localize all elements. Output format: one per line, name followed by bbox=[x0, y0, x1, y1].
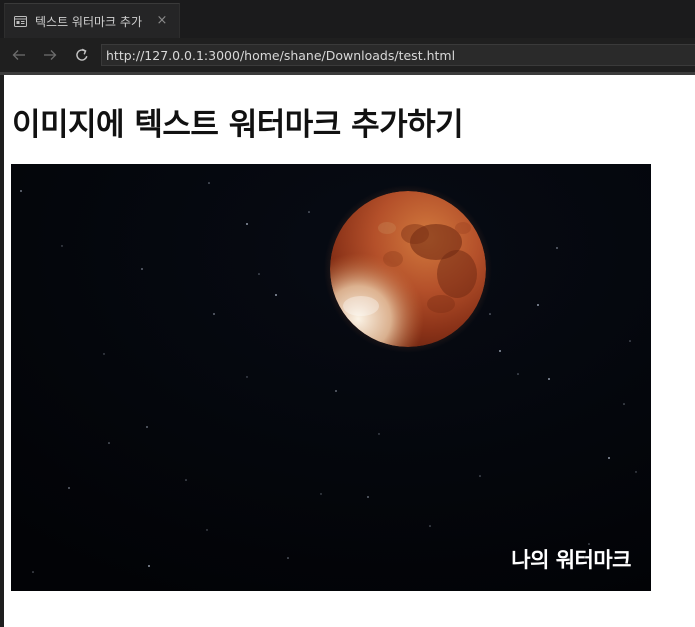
back-arrow-icon[interactable] bbox=[10, 46, 28, 64]
watermarked-image: 나의 워터마크 bbox=[11, 164, 651, 591]
moon-photo bbox=[11, 164, 651, 591]
address-bar[interactable]: http://127.0.0.1:3000/home/shane/Downloa… bbox=[101, 44, 695, 66]
tab-title: 텍스트 워터마크 추가 bbox=[35, 14, 142, 29]
moon bbox=[330, 191, 486, 347]
close-icon[interactable]: × bbox=[155, 14, 169, 28]
page-content: 이미지에 텍스트 워터마크 추가하기 나의 워터마크 bbox=[4, 75, 695, 627]
page-heading: 이미지에 텍스트 워터마크 추가하기 bbox=[12, 107, 464, 143]
url-text: http://127.0.0.1:3000/home/shane/Downloa… bbox=[106, 47, 456, 63]
browser-tab[interactable]: 텍스트 워터마크 추가 × bbox=[4, 3, 180, 38]
browser-nav-bar: http://127.0.0.1:3000/home/shane/Downloa… bbox=[0, 38, 695, 72]
reload-icon[interactable] bbox=[73, 46, 91, 64]
page-icon bbox=[14, 15, 27, 28]
forward-arrow-icon[interactable] bbox=[41, 46, 59, 64]
browser-tab-bar: 텍스트 워터마크 추가 × bbox=[0, 0, 695, 39]
watermark-text: 나의 워터마크 bbox=[511, 548, 631, 572]
